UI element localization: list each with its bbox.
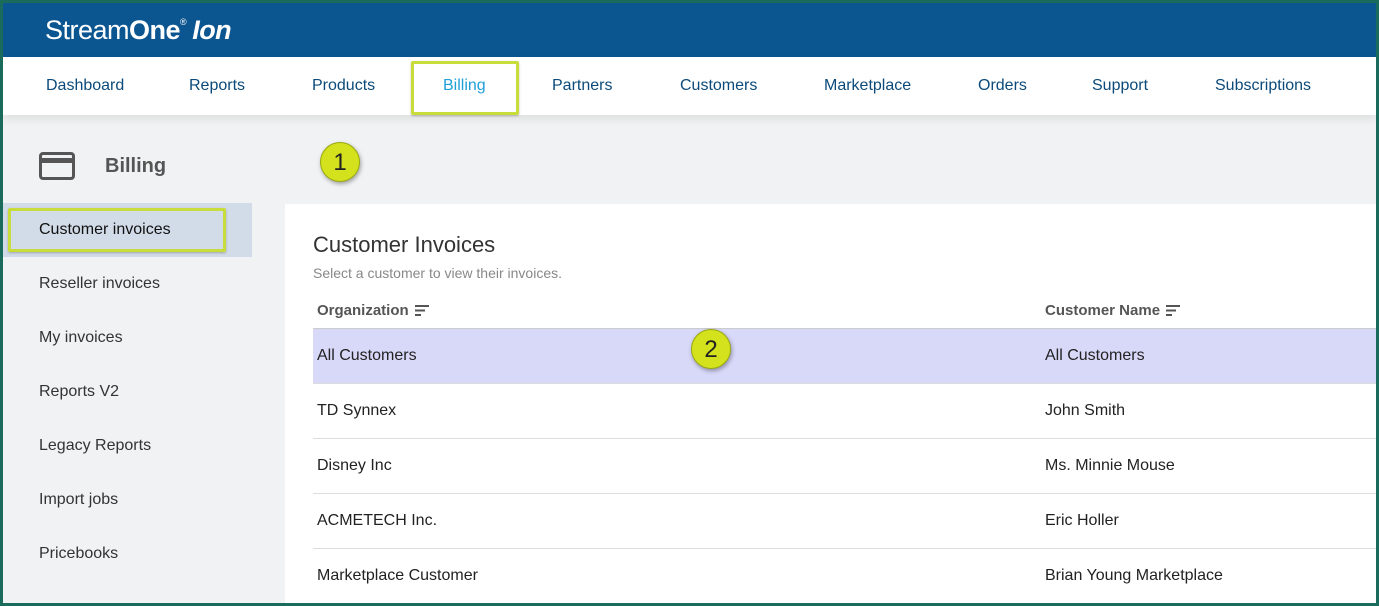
page-subtitle: Select a customer to view their invoices…: [313, 265, 562, 281]
sidebar-item-reseller-invoices[interactable]: Reseller invoices: [3, 257, 252, 311]
cell-customer-name: Ms. Minnie Mouse: [1045, 457, 1175, 474]
column-header-organization-label: Organization: [317, 302, 409, 319]
invoices-panel: Customer Invoices Select a customer to v…: [285, 204, 1376, 603]
sidebar-item-pricebooks[interactable]: Pricebooks: [3, 527, 252, 581]
sort-icon[interactable]: [414, 305, 429, 316]
sort-icon[interactable]: [1166, 305, 1181, 316]
sidebar-item-my-invoices[interactable]: My invoices: [3, 311, 252, 365]
cell-organization: All Customers: [317, 347, 417, 364]
cell-organization: Marketplace Customer: [317, 567, 478, 584]
nav-partners[interactable]: Partners: [552, 57, 612, 115]
table-row[interactable]: Disney Inc Ms. Minnie Mouse: [313, 439, 1376, 494]
brand-part3: Ion: [192, 15, 232, 45]
nav-customers[interactable]: Customers: [680, 57, 757, 115]
table-row[interactable]: ACMETECH Inc. Eric Holler: [313, 494, 1376, 549]
callout-badge-1: 1: [320, 142, 360, 182]
sidebar-header: Billing: [39, 149, 166, 183]
cell-organization: TD Synnex: [317, 402, 397, 419]
nav-products[interactable]: Products: [312, 57, 375, 115]
nav-dashboard[interactable]: Dashboard: [46, 57, 124, 115]
nav-reports[interactable]: Reports: [189, 57, 245, 115]
cell-customer-name: John Smith: [1045, 402, 1126, 419]
cell-organization: Disney Inc: [317, 457, 392, 474]
column-header-organization[interactable]: Organization: [317, 302, 429, 319]
table-row[interactable]: All Customers All Customers: [313, 329, 1376, 384]
cell-customer-name: Eric Holler: [1045, 512, 1119, 529]
sidebar-item-reports-v2[interactable]: Reports V2: [3, 365, 252, 419]
sidebar-title: Billing: [105, 154, 167, 177]
column-header-customer-name-label: Customer Name: [1045, 302, 1161, 319]
nav-marketplace[interactable]: Marketplace: [824, 57, 911, 115]
sidebar-item-legacy-reports[interactable]: Legacy Reports: [3, 419, 252, 473]
brand-part1: Stream: [45, 15, 130, 45]
top-bar: StreamOne® Ion: [3, 3, 1376, 57]
nav-support[interactable]: Support: [1092, 57, 1148, 115]
sidebar-item-customer-invoices[interactable]: Customer invoices: [3, 203, 252, 257]
brand-logo[interactable]: StreamOne® Ion: [45, 15, 232, 46]
sidebar-item-import-jobs[interactable]: Import jobs: [3, 473, 252, 527]
main-nav: Dashboard Reports Products Billing Partn…: [3, 57, 1376, 115]
table-row[interactable]: TD Synnex John Smith: [313, 384, 1376, 439]
brand-part2: One: [129, 15, 181, 45]
nav-orders[interactable]: Orders: [978, 57, 1027, 115]
credit-card-icon: [39, 152, 75, 180]
nav-subscriptions[interactable]: Subscriptions: [1215, 57, 1311, 115]
callout-badge-2: 2: [691, 329, 731, 369]
page-title: Customer Invoices: [313, 232, 496, 257]
cell-customer-name: All Customers: [1045, 347, 1145, 364]
column-header-customer-name[interactable]: Customer Name: [1045, 302, 1181, 319]
cell-customer-name: Brian Young Marketplace: [1045, 567, 1223, 584]
cell-organization: ACMETECH Inc.: [317, 512, 438, 529]
nav-billing[interactable]: Billing: [443, 57, 486, 115]
app-window: StreamOne® Ion Dashboard Reports Products…: [3, 3, 1376, 603]
table-row[interactable]: Marketplace Customer Brian Young Marketp…: [313, 549, 1376, 603]
brand-registered: ®: [180, 17, 187, 27]
